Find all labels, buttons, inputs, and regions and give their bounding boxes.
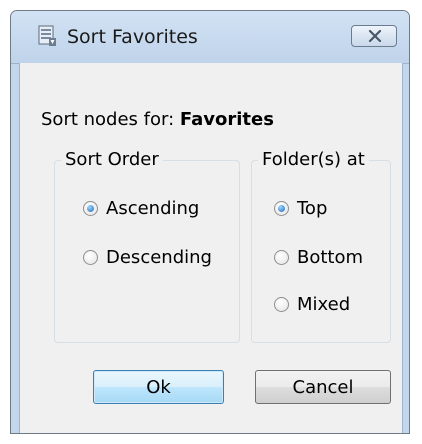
cancel-button[interactable]: Cancel [255,370,391,404]
close-x-icon [368,30,382,42]
sort-order-group: Sort Order Ascending Descending [54,149,240,343]
radio-mixed-label[interactable]: Mixed [297,294,350,315]
radio-top-label[interactable]: Top [297,198,327,219]
folders-at-group: Folder(s) at Top Bottom Mixed [251,149,391,343]
radio-ascending-button[interactable] [83,201,98,216]
window-title: Sort Favorites [67,26,198,48]
sort-app-icon [36,24,58,48]
sort-nodes-prefix: Sort nodes for: [41,109,180,130]
radio-ascending[interactable]: Ascending [83,198,199,219]
dialog-body: Sort nodes for: Favorites Sort Order Asc… [19,63,403,433]
sort-nodes-target: Favorites [179,109,274,130]
folders-at-legend: Folder(s) at [258,149,369,170]
radio-mixed-button[interactable] [274,297,289,312]
close-button[interactable] [351,25,397,47]
radio-mixed[interactable]: Mixed [274,294,350,315]
radio-top[interactable]: Top [274,198,327,219]
radio-descending-button[interactable] [83,250,98,265]
ok-button[interactable]: Ok [93,370,224,404]
radio-descending-label[interactable]: Descending [106,247,212,268]
sort-order-legend: Sort Order [61,149,163,170]
radio-bottom-button[interactable] [274,250,289,265]
radio-bottom-label[interactable]: Bottom [297,247,363,268]
radio-descending[interactable]: Descending [83,247,212,268]
radio-top-button[interactable] [274,201,289,216]
sort-nodes-label: Sort nodes for: Favorites [41,109,274,130]
radio-bottom[interactable]: Bottom [274,247,363,268]
title-bar[interactable]: Sort Favorites [11,11,409,64]
radio-ascending-label[interactable]: Ascending [106,198,199,219]
sort-favorites-dialog: Sort Favorites Sort nodes for: Favorites… [10,10,410,434]
